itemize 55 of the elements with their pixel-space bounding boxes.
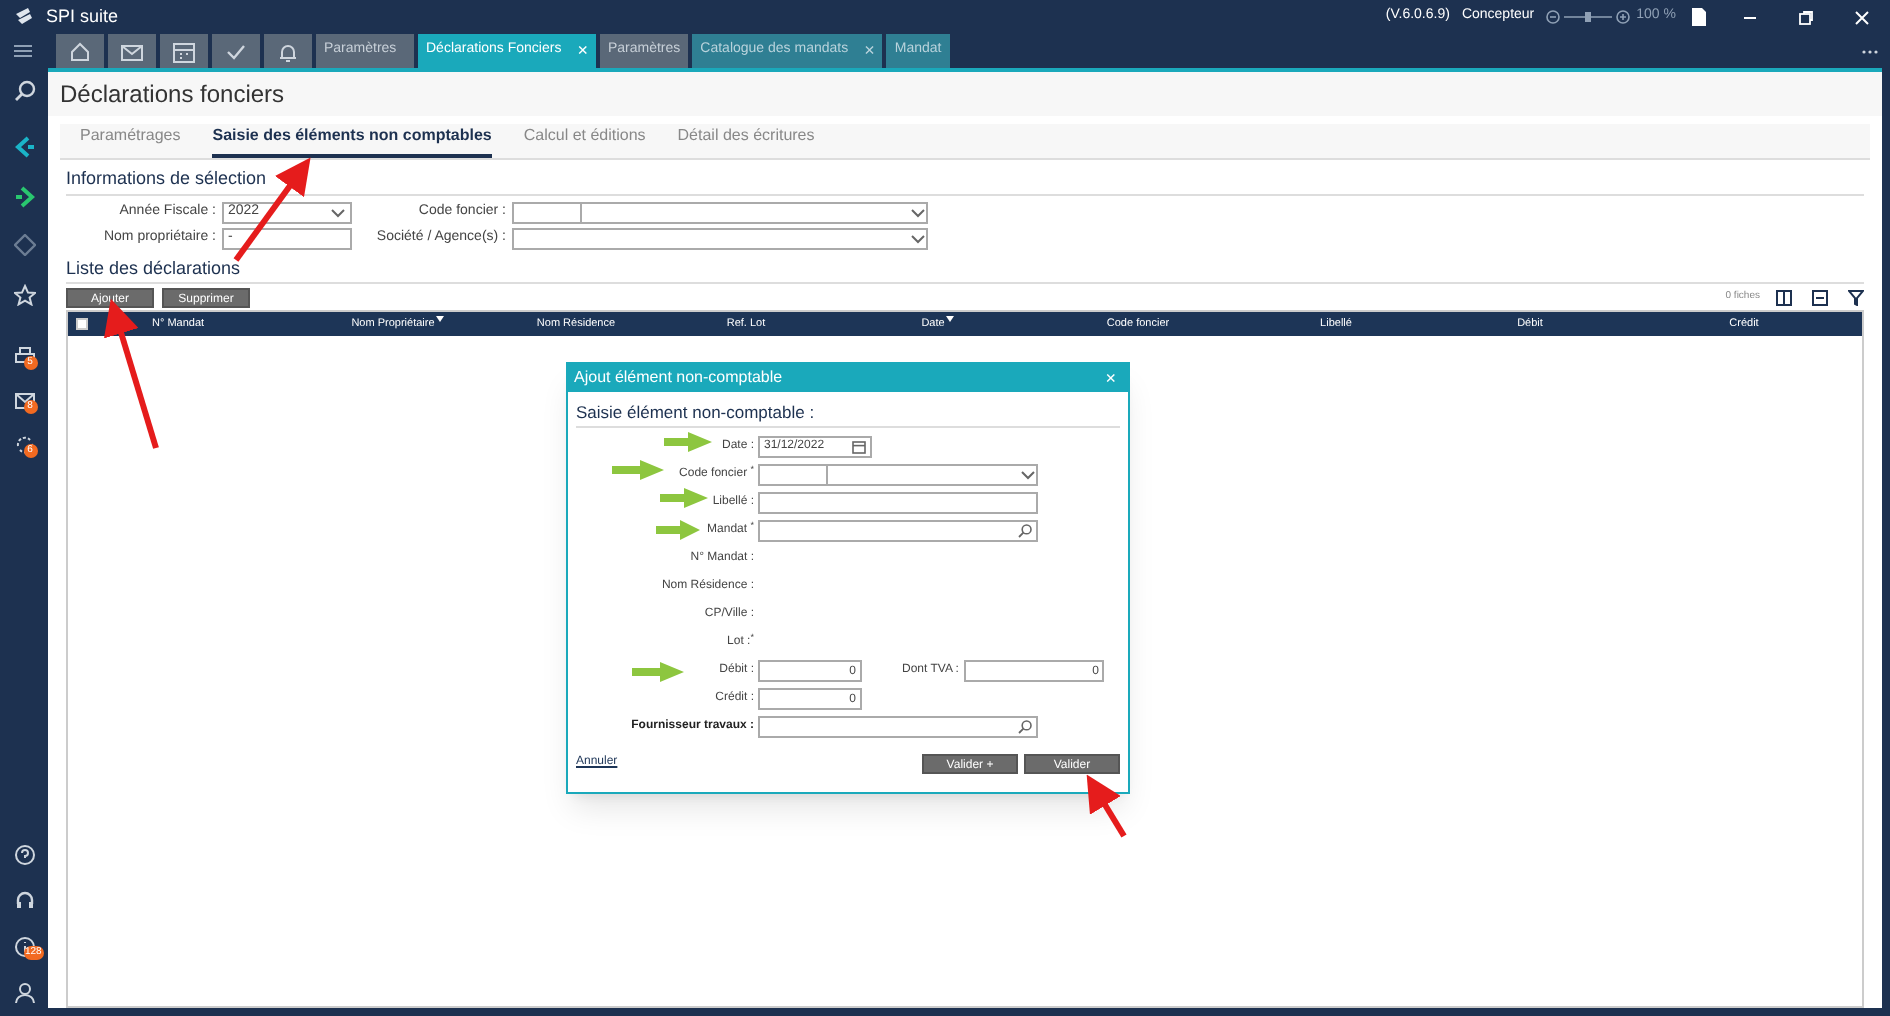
printer-icon[interactable] — [13, 346, 35, 368]
user-icon[interactable] — [13, 982, 35, 1004]
toolbar-button[interactable] — [264, 34, 312, 68]
headset-icon[interactable] — [13, 890, 35, 912]
calendar-icon[interactable] — [852, 440, 866, 455]
annotation-arrow — [1086, 774, 1127, 838]
columns-icon[interactable] — [1776, 290, 1792, 306]
search-field[interactable] — [758, 716, 1038, 739]
dialog-heading: Saisie élément non-comptable : — [576, 400, 817, 426]
text-field[interactable] — [758, 492, 1038, 515]
annotation-arrow — [660, 488, 708, 508]
dialog-title: Ajout élément non-comptable — [574, 366, 783, 390]
page-title: Déclarations fonciers — [60, 78, 285, 112]
toolbar-button[interactable] — [108, 34, 156, 68]
search-icon[interactable] — [1018, 524, 1032, 539]
diamond-icon[interactable] — [13, 234, 35, 256]
restore-icon[interactable] — [1798, 9, 1814, 25]
toolbar-button[interactable] — [212, 34, 260, 68]
annotation-arrow — [632, 662, 684, 682]
toolbar-button[interactable] — [56, 34, 104, 68]
select-all-checkbox[interactable] — [76, 318, 88, 330]
window-title: SPI suite — [46, 3, 119, 30]
help-icon[interactable] — [13, 844, 35, 866]
home-icon — [68, 39, 92, 63]
sync-icon[interactable] — [13, 434, 35, 456]
zoom-out-icon[interactable] — [1546, 10, 1561, 24]
zoom-in-icon[interactable] — [1616, 10, 1631, 24]
chevron-left-icon[interactable] — [13, 136, 35, 158]
search-field[interactable] — [758, 520, 1038, 543]
filter-icon[interactable] — [436, 315, 445, 324]
annotation-arrow — [664, 432, 712, 452]
mail-icon[interactable] — [13, 390, 35, 412]
mail-icon — [120, 39, 144, 63]
chevron-right-icon[interactable] — [13, 186, 35, 208]
export-icon[interactable] — [1812, 290, 1828, 306]
chevron-down-icon[interactable] — [330, 207, 346, 217]
star-icon[interactable] — [13, 284, 35, 306]
filter-icon[interactable] — [946, 315, 955, 324]
search-icon[interactable] — [13, 80, 35, 102]
chevron-down-icon[interactable] — [1020, 470, 1036, 481]
calendar-icon — [172, 39, 196, 63]
section-title: Liste des déclarations — [66, 255, 243, 281]
close-icon[interactable] — [1854, 9, 1870, 25]
filter-icon[interactable] — [1848, 290, 1864, 306]
app-logo-icon — [12, 6, 34, 28]
annotation-arrow — [612, 460, 664, 480]
toolbar-button[interactable] — [160, 34, 208, 68]
bell-icon — [276, 39, 300, 63]
annotation-arrow — [656, 520, 700, 540]
tab[interactable]: Saisie des éléments non comptables — [212, 124, 492, 158]
section-title: Informations de sélection — [66, 166, 269, 192]
zoom-slider[interactable] — [1564, 10, 1613, 24]
document-icon[interactable] — [1692, 8, 1706, 26]
menu-icon[interactable] — [14, 44, 32, 58]
search-icon[interactable] — [1018, 720, 1032, 735]
